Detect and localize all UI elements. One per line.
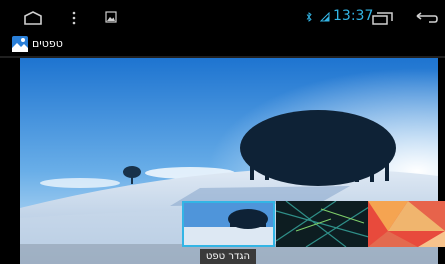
- signal-icon: [320, 12, 330, 22]
- recents-icon[interactable]: [371, 11, 395, 25]
- app-title: טפטים: [32, 37, 63, 50]
- home-icon[interactable]: [21, 10, 45, 26]
- image-icon: [105, 11, 117, 23]
- action-bar: טפטים: [0, 32, 445, 56]
- menu-dots-icon[interactable]: [70, 10, 78, 26]
- wallpaper-app-icon[interactable]: [11, 35, 29, 53]
- thumbnail-winter-trees[interactable]: [182, 201, 275, 247]
- status-clock: 13:37: [333, 8, 374, 24]
- wallpaper-thumbnail-strip: [180, 201, 445, 247]
- back-icon[interactable]: [413, 10, 439, 26]
- set-wallpaper-button[interactable]: הגדר טפט: [200, 249, 256, 264]
- status-bar: 13:37: [0, 0, 445, 32]
- bluetooth-icon: [306, 12, 312, 22]
- thumbnail-teal-lines[interactable]: [276, 201, 369, 247]
- thumbnail-geometric-red[interactable]: [368, 201, 445, 247]
